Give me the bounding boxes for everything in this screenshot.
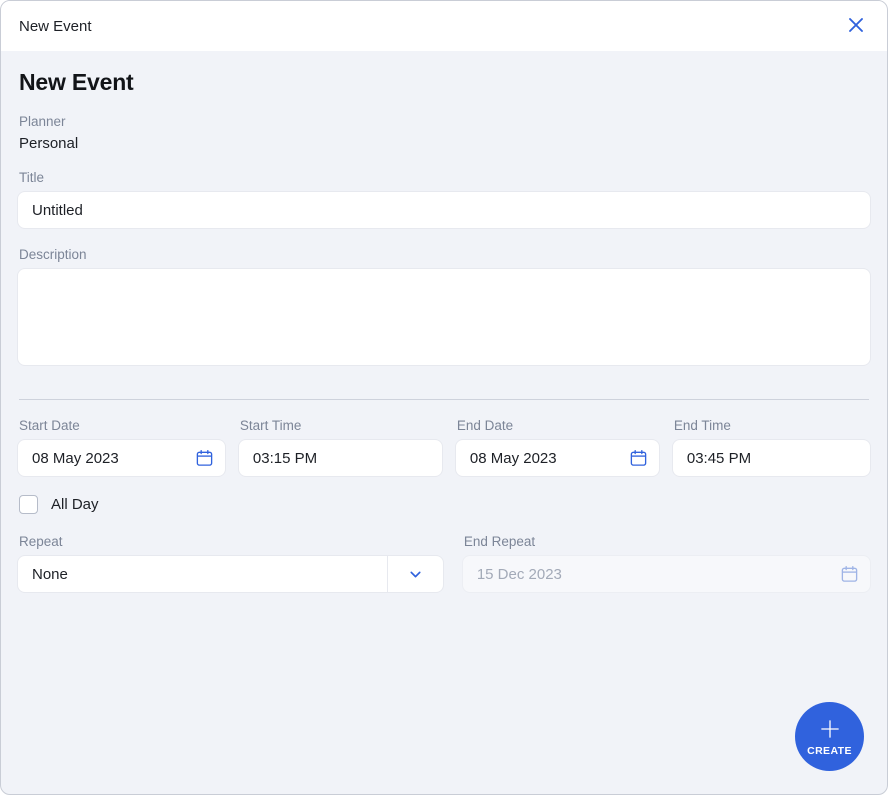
end-repeat-field: End Repeat <box>444 534 871 593</box>
title-label: Title <box>19 170 45 185</box>
start-time-field: Start Time <box>226 418 443 477</box>
start-date-label: Start Date <box>19 418 80 433</box>
end-time-field: End Time <box>660 418 871 477</box>
repeat-select[interactable]: None <box>17 555 444 593</box>
calendar-icon[interactable] <box>195 449 214 468</box>
end-repeat-input[interactable] <box>461 555 871 593</box>
create-button[interactable]: CREATE <box>795 702 864 771</box>
chevron-down-icon[interactable] <box>386 556 443 592</box>
description-input[interactable] <box>17 268 871 366</box>
end-repeat-label: End Repeat <box>463 534 536 549</box>
repeat-row: Repeat None End Repeat <box>17 534 871 593</box>
datetime-row: Start Date Start Time E <box>17 418 871 477</box>
calendar-icon[interactable] <box>629 449 648 468</box>
description-label: Description <box>19 247 87 262</box>
dialog-titlebar: New Event <box>1 1 887 51</box>
start-time-input[interactable] <box>237 439 443 477</box>
page-title: New Event <box>19 69 134 95</box>
calendar-icon[interactable] <box>840 565 859 584</box>
dialog-title: New Event <box>19 17 92 35</box>
section-divider <box>19 399 869 400</box>
start-time-label: Start Time <box>239 418 302 433</box>
repeat-label: Repeat <box>19 534 63 549</box>
all-day-label: All Day <box>51 496 99 513</box>
create-button-label: CREATE <box>807 744 852 757</box>
repeat-field: Repeat None <box>17 534 444 593</box>
plus-icon <box>818 717 842 744</box>
end-time-input[interactable] <box>671 439 871 477</box>
planner-label: Planner <box>19 114 66 129</box>
new-event-dialog: New Event New Event Planner Personal Tit… <box>0 0 888 795</box>
close-button[interactable] <box>841 11 871 41</box>
close-icon <box>846 15 866 38</box>
end-date-field: End Date <box>443 418 660 477</box>
planner-value: Personal <box>19 135 79 152</box>
start-date-field: Start Date <box>17 418 226 477</box>
all-day-row[interactable]: All Day <box>19 495 871 514</box>
dialog-body: New Event Planner Personal Title Descrip… <box>1 51 887 794</box>
end-time-label: End Time <box>673 418 731 433</box>
end-date-label: End Date <box>456 418 514 433</box>
title-input[interactable] <box>17 191 871 229</box>
all-day-checkbox[interactable] <box>19 495 38 514</box>
repeat-selected-value: None <box>32 565 68 583</box>
